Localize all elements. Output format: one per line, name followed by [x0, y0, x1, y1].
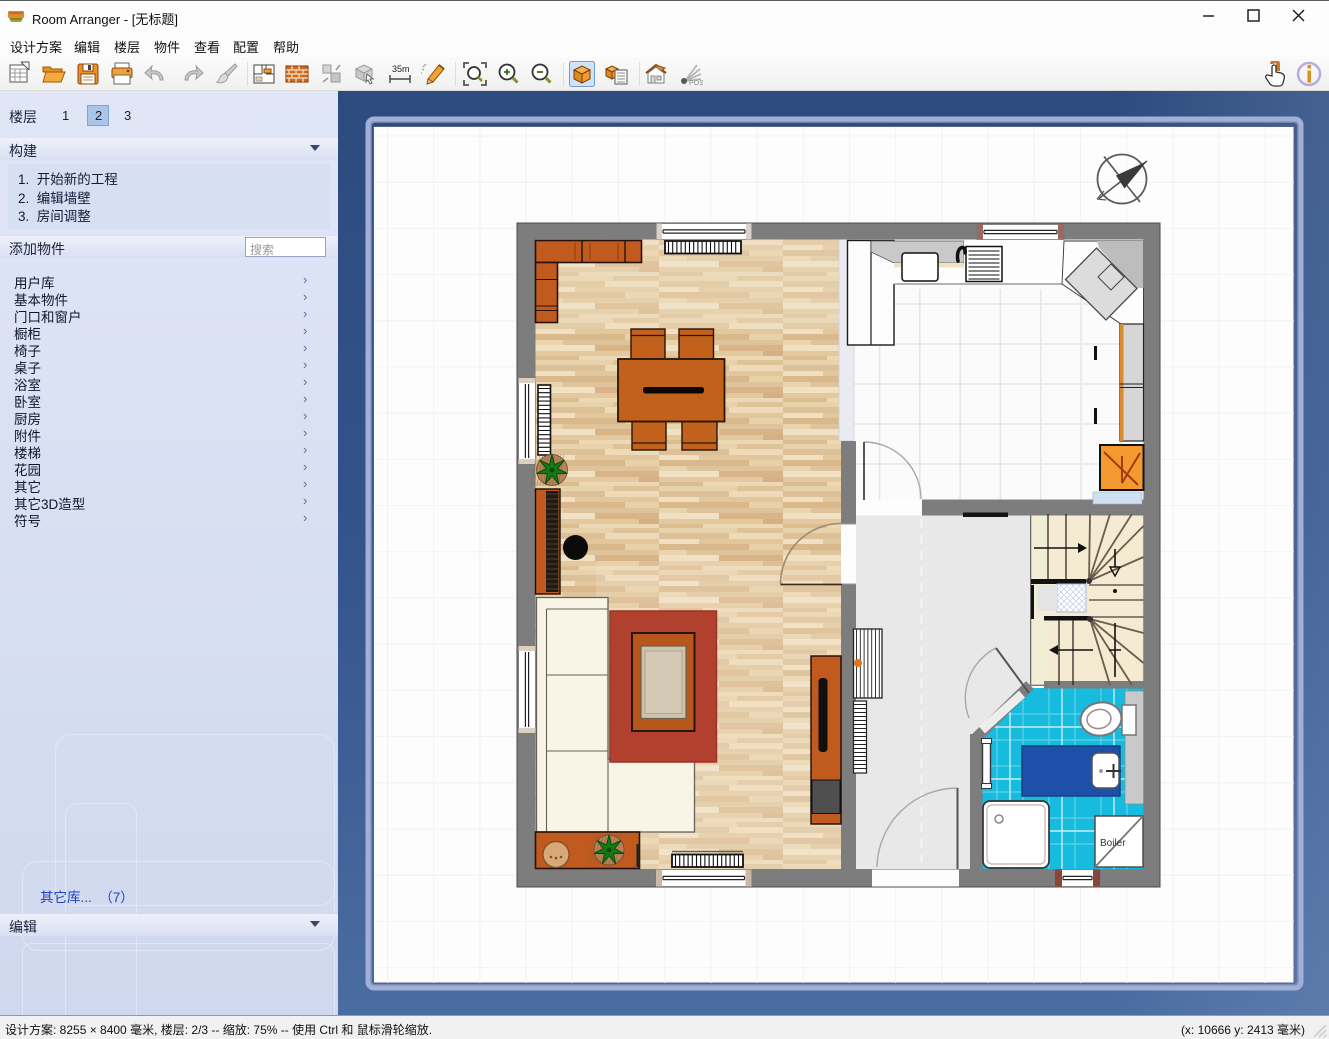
svg-text:Boiler: Boiler: [1100, 838, 1126, 849]
svg-text:35m: 35m: [392, 64, 410, 74]
svg-text:POS: POS: [689, 80, 703, 87]
